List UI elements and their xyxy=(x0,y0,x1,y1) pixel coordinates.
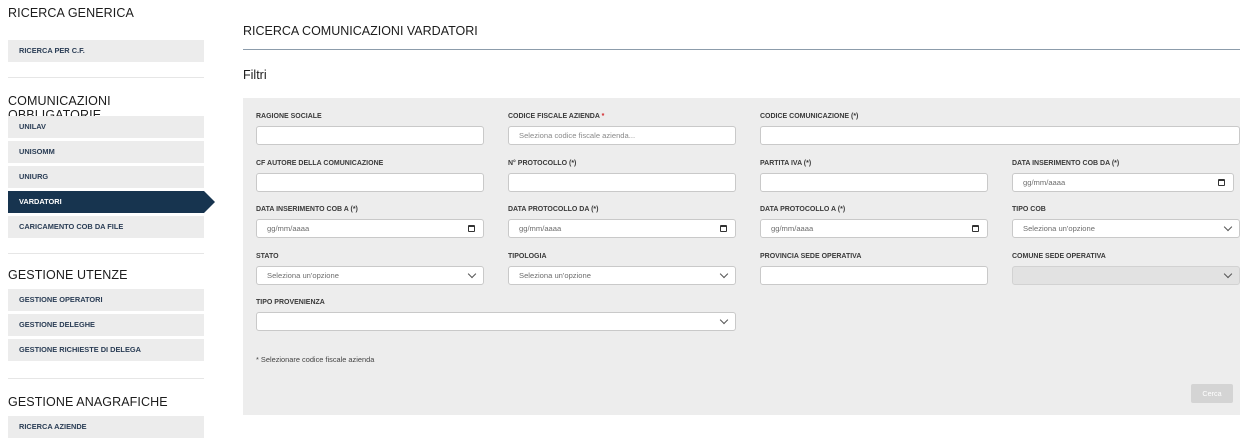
sidebar-item-unisomm[interactable]: UNISOMM xyxy=(8,141,204,163)
data-ins-cob-da-label: DATA INSERIMENTO COB DA (*) xyxy=(1012,160,1120,167)
sidebar-item-gestione-operatori[interactable]: GESTIONE OPERATORI xyxy=(8,289,204,311)
data-protocollo-a-label: DATA PROTOCOLLO A (*) xyxy=(760,206,846,213)
codice-comunicazione-input[interactable] xyxy=(760,126,1240,145)
sidebar-divider xyxy=(8,378,204,379)
data-protocollo-da-input[interactable]: gg/mm/aaaa xyxy=(508,219,736,238)
ragione-sociale-input[interactable] xyxy=(256,126,484,145)
date-placeholder: gg/mm/aaaa xyxy=(519,224,562,233)
partita-iva-label: PARTITA IVA (*) xyxy=(760,160,812,167)
sidebar-item-ricerca-cf[interactable]: RICERCA PER C.F. xyxy=(8,40,204,62)
required-note: * Selezionare codice fiscale azienda xyxy=(256,355,375,364)
tipo-cob-select[interactable]: Seleziona un'opzione xyxy=(1012,219,1240,238)
sidebar-item-gestione-richieste-delega[interactable]: GESTIONE RICHIESTE DI DELEGA xyxy=(8,339,204,361)
cf-autore-input[interactable] xyxy=(256,173,484,192)
ragione-sociale-label: RAGIONE SOCIALE xyxy=(256,113,322,120)
chevron-down-icon xyxy=(719,267,729,284)
date-placeholder: gg/mm/aaaa xyxy=(771,224,814,233)
data-ins-cob-a-label: DATA INSERIMENTO COB A (*) xyxy=(256,206,358,213)
data-ins-cob-da-input[interactable]: gg/mm/aaaa xyxy=(1012,173,1234,192)
tipo-cob-label: TIPO COB xyxy=(1012,206,1046,213)
sidebar: RICERCA GENERICA RICERCA PER C.F. COMUNI… xyxy=(0,0,215,442)
required-asterisk: * xyxy=(601,113,605,120)
sidebar-item-ricerca-aziende[interactable]: RICERCA AZIENDE xyxy=(8,416,204,438)
codice-fiscale-azienda-label: CODICE FISCALE AZIENDA * xyxy=(508,113,604,120)
date-placeholder: gg/mm/aaaa xyxy=(267,224,310,233)
comune-sede-label: COMUNE SEDE OPERATIVA xyxy=(1012,253,1106,260)
comune-sede-select xyxy=(1012,266,1240,285)
sidebar-item-gestione-deleghe[interactable]: GESTIONE DELEGHE xyxy=(8,314,204,336)
provincia-sede-label: PROVINCIA SEDE OPERATIVA xyxy=(760,253,862,260)
section-title-gestione-anagrafiche: GESTIONE ANAGRAFICHE xyxy=(8,395,168,409)
codice-comunicazione-label: CODICE COMUNICAZIONE (*) xyxy=(760,113,859,120)
codice-fiscale-azienda-label-text: CODICE FISCALE AZIENDA xyxy=(508,113,600,120)
search-button[interactable]: Cerca xyxy=(1191,384,1233,403)
calendar-icon[interactable] xyxy=(1218,174,1225,191)
date-placeholder: gg/mm/aaaa xyxy=(1023,178,1066,187)
codice-fiscale-azienda-select[interactable]: Seleziona codice fiscale azienda... xyxy=(508,126,736,145)
n-protocollo-input[interactable] xyxy=(508,173,736,192)
chevron-down-icon xyxy=(1223,220,1233,237)
active-pointer-icon xyxy=(204,191,215,213)
tipo-provenienza-select[interactable] xyxy=(256,312,736,331)
select-value: Seleziona un'opzione xyxy=(1023,224,1095,233)
data-protocollo-da-label: DATA PROTOCOLLO DA (*) xyxy=(508,206,599,213)
tipologia-select[interactable]: Seleziona un'opzione xyxy=(508,266,736,285)
tipo-provenienza-label: TIPO PROVENIENZA xyxy=(256,299,325,306)
chevron-down-icon xyxy=(1223,267,1233,284)
partita-iva-input[interactable] xyxy=(760,173,988,192)
data-protocollo-a-input[interactable]: gg/mm/aaaa xyxy=(760,219,988,238)
cf-autore-label: CF AUTORE DELLA COMUNICAZIONE xyxy=(256,160,384,167)
section-title-gestione-utenze: GESTIONE UTENZE xyxy=(8,268,128,282)
n-protocollo-label: N° PROTOCOLLO (*) xyxy=(508,160,577,167)
calendar-icon[interactable] xyxy=(972,220,979,237)
stato-label: STATO xyxy=(256,253,279,260)
sidebar-item-unilav[interactable]: UNILAV xyxy=(8,116,204,138)
sidebar-item-vardatori[interactable]: VARDATORI xyxy=(8,191,215,213)
page-title: RICERCA COMUNICAZIONI VARDATORI xyxy=(243,24,478,38)
section-title-ricerca-generica: RICERCA GENERICA xyxy=(8,6,134,20)
sidebar-item-caricamento-cob[interactable]: CARICAMENTO COB DA FILE xyxy=(8,216,204,238)
tipologia-label: TIPOLOGIA xyxy=(508,253,547,260)
sidebar-item-uniurg[interactable]: UNIURG xyxy=(8,166,204,188)
select-value: Seleziona un'opzione xyxy=(519,271,591,280)
calendar-icon[interactable] xyxy=(468,220,475,237)
filters-title: Filtri xyxy=(243,68,267,82)
chevron-down-icon xyxy=(467,267,477,284)
sidebar-item-label: VARDATORI xyxy=(19,197,62,206)
stato-select[interactable]: Seleziona un'opzione xyxy=(256,266,484,285)
calendar-icon[interactable] xyxy=(720,220,727,237)
select-value: Seleziona un'opzione xyxy=(267,271,339,280)
data-ins-cob-a-input[interactable]: gg/mm/aaaa xyxy=(256,219,484,238)
provincia-sede-input[interactable] xyxy=(760,266,988,285)
title-divider xyxy=(243,49,1240,50)
chevron-down-icon xyxy=(719,313,729,330)
sidebar-divider xyxy=(8,77,204,78)
sidebar-divider xyxy=(8,253,204,254)
